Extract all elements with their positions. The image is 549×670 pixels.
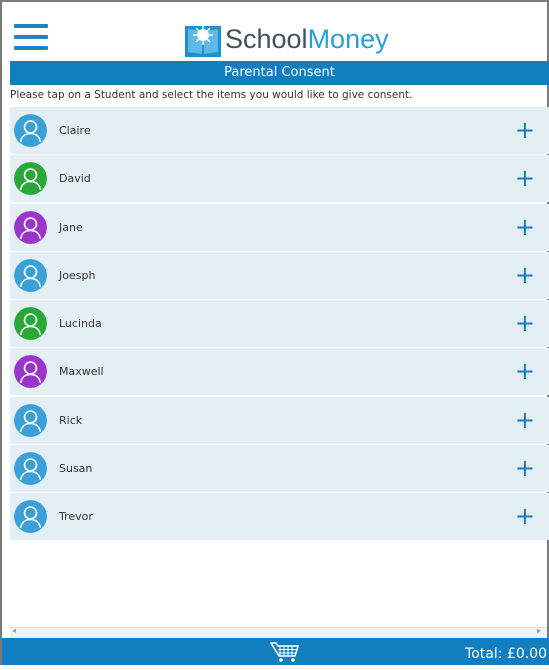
student-name: Jane — [59, 220, 83, 234]
add-consent-plus-icon[interactable]: + — [515, 204, 535, 251]
scroll-left-arrow-icon[interactable]: ◂ — [12, 626, 16, 635]
student-row[interactable]: Jane + — [10, 203, 549, 251]
logo-text-money: Money — [307, 24, 389, 54]
student-avatar-icon — [14, 162, 47, 196]
add-consent-plus-icon[interactable]: + — [515, 252, 535, 299]
scroll-right-arrow-icon[interactable]: ▸ — [537, 626, 541, 635]
total-amount: Total: £0.00 — [465, 646, 547, 662]
student-name: Joesph — [59, 268, 96, 282]
student-avatar-icon — [14, 403, 47, 437]
student-avatar-icon — [14, 210, 47, 244]
app-header: SchoolMoney — [2, 2, 547, 60]
student-avatar-icon — [14, 452, 47, 486]
footer-bar: Total: £0.00 — [2, 638, 549, 665]
student-row[interactable]: Joesph + — [10, 251, 549, 299]
add-consent-plus-icon[interactable]: + — [515, 300, 535, 347]
menu-icon[interactable] — [14, 24, 48, 50]
student-name: David — [59, 172, 91, 186]
student-avatar-icon — [14, 500, 47, 534]
add-consent-plus-icon[interactable]: + — [515, 107, 535, 154]
student-name: Susan — [59, 462, 93, 476]
student-row[interactable]: Rick + — [10, 396, 549, 444]
student-name: Maxwell — [59, 365, 104, 379]
student-row[interactable]: Susan + — [10, 445, 549, 493]
instruction-text: Please tap on a Student and select the i… — [10, 89, 413, 101]
logo-text: SchoolMoney — [225, 23, 389, 55]
add-consent-plus-icon[interactable]: + — [515, 397, 535, 444]
cart-icon[interactable] — [270, 641, 300, 663]
student-row[interactable]: Maxwell + — [10, 348, 549, 396]
add-consent-plus-icon[interactable]: + — [515, 445, 535, 492]
student-row[interactable]: Trevor + — [10, 493, 549, 541]
student-name: Lucinda — [59, 317, 102, 331]
add-consent-plus-icon[interactable]: + — [515, 155, 535, 202]
student-list: Claire + David + Jane + Joesph + Lucinda + Maxwell… — [10, 107, 549, 542]
student-name: Trevor — [59, 510, 93, 524]
student-avatar-icon — [14, 258, 47, 292]
add-consent-plus-icon[interactable]: + — [515, 348, 535, 395]
student-row[interactable]: David + — [10, 155, 549, 203]
student-row[interactable]: Claire + — [10, 107, 549, 154]
page-title: Parental Consent — [10, 61, 549, 85]
student-avatar-icon — [14, 114, 47, 147]
logo-text-school: School — [225, 24, 308, 54]
student-name: Rick — [59, 413, 83, 427]
student-avatar-icon — [14, 355, 47, 389]
book-logo-icon — [185, 25, 221, 57]
add-consent-plus-icon[interactable]: + — [515, 493, 535, 540]
student-row[interactable]: Lucinda + — [10, 300, 549, 348]
student-avatar-icon — [14, 307, 47, 341]
student-name: Claire — [59, 124, 91, 137]
